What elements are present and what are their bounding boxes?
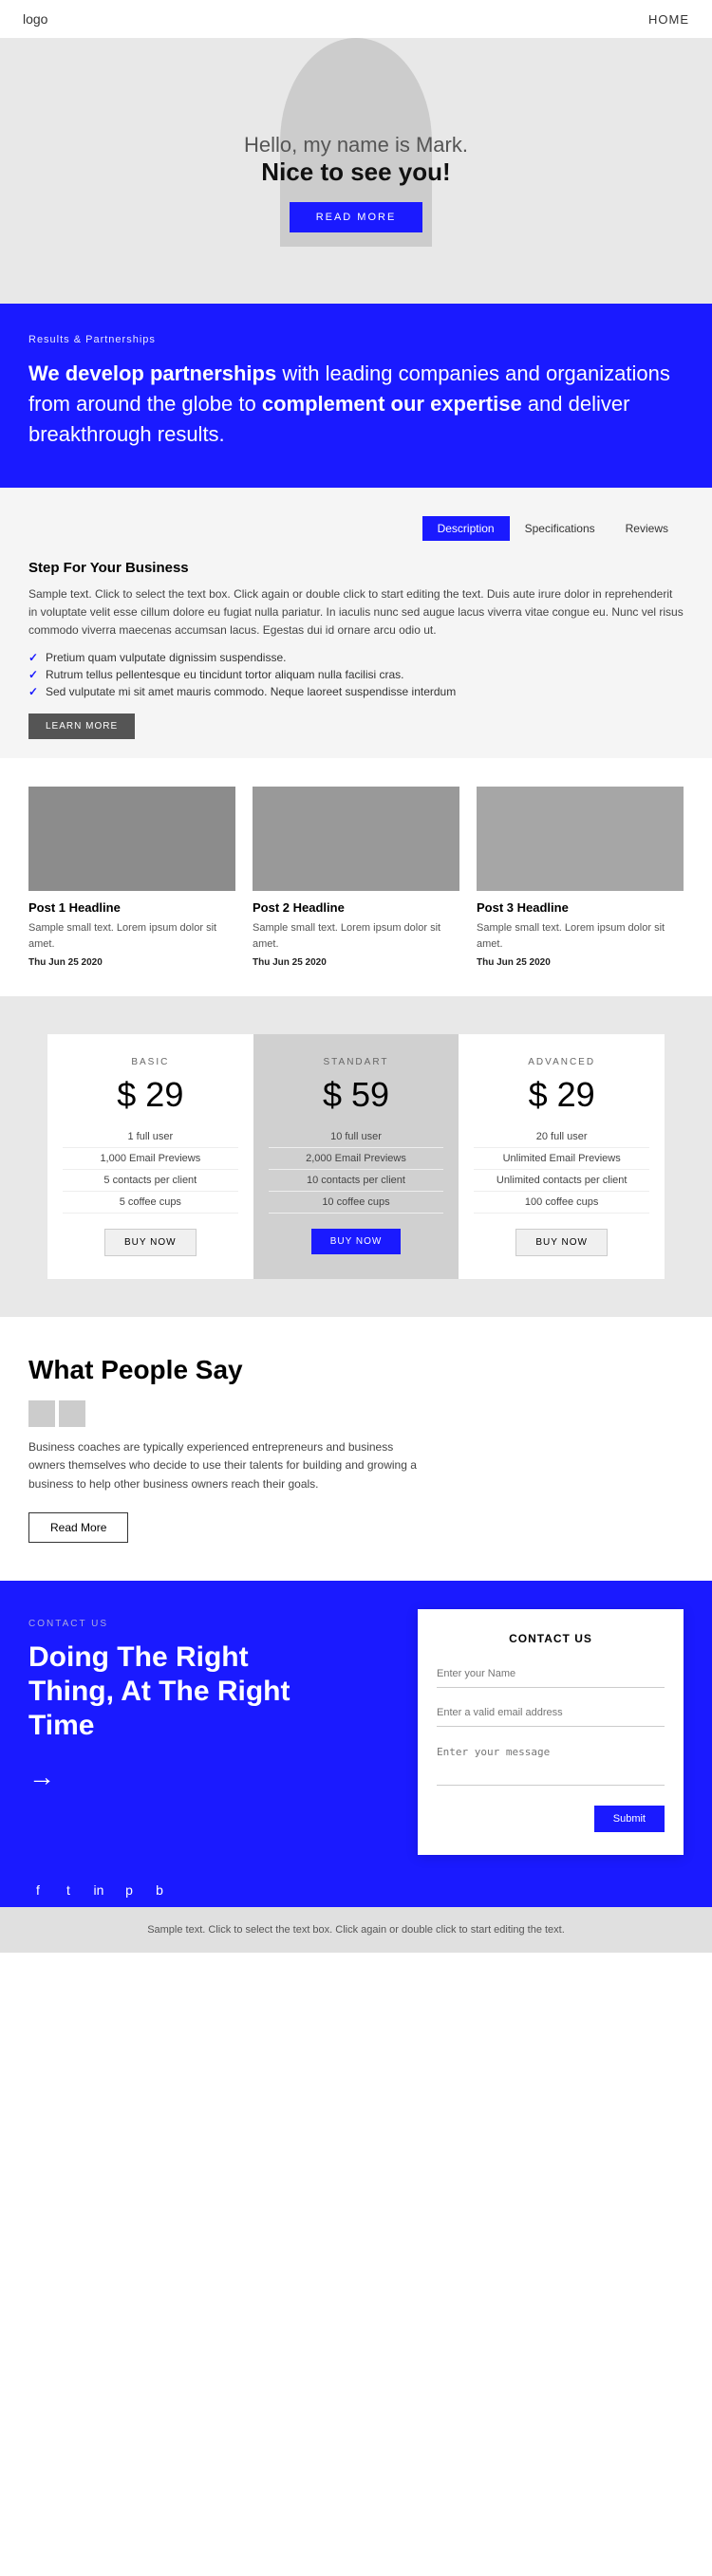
facebook-icon[interactable]: f (28, 1881, 47, 1900)
checklist-item-2: Rutrum tellus pellentesque eu tincidunt … (28, 666, 684, 683)
pricing-tier-1: BASIC (63, 1057, 238, 1067)
checklist-item-3: Sed vulputate mi sit amet mauris commodo… (28, 683, 684, 700)
blog-icon[interactable]: b (150, 1881, 169, 1900)
hero-name: Nice to see you! (19, 158, 693, 187)
pricing-feature: 20 full user (474, 1126, 649, 1148)
post-image-1 (28, 787, 235, 891)
pricing-price-1: $ 29 (63, 1075, 238, 1115)
partnerships-label: Results & Partnerships (28, 334, 684, 345)
twitter-icon[interactable]: t (59, 1881, 78, 1900)
post-excerpt-2: Sample small text. Lorem ipsum dolor sit… (253, 920, 459, 952)
step-title: Step For Your Business (28, 560, 684, 576)
post-title-3: Post 3 Headline (477, 900, 684, 915)
pricing-feature: Unlimited contacts per client (474, 1170, 649, 1192)
post-excerpt-3: Sample small text. Lorem ipsum dolor sit… (477, 920, 684, 952)
pricing-price-2: $ 59 (269, 1075, 444, 1115)
read-more-button[interactable]: Read More (28, 1512, 128, 1543)
pricing-feature: 5 coffee cups (63, 1192, 238, 1214)
pricing-tier-2: STANDART (269, 1057, 444, 1067)
posts-grid: Post 1 Headline Sample small text. Lorem… (28, 787, 684, 968)
social-footer: f t in p b (0, 1865, 712, 1907)
tab-description[interactable]: Description (422, 516, 510, 541)
testimonials-avatars (28, 1400, 684, 1427)
footer-text: Sample text. Click to select the text bo… (28, 1922, 684, 1938)
post-title-1: Post 1 Headline (28, 900, 235, 915)
post-date-1: Thu Jun 25 2020 (28, 957, 235, 968)
post-card-1: Post 1 Headline Sample small text. Lorem… (28, 787, 235, 968)
hero-greeting: Hello, my name is Mark. (19, 133, 693, 158)
form-submit-wrap: Submit (437, 1806, 665, 1832)
email-input[interactable] (437, 1699, 665, 1727)
pricing-feature: 1,000 Email Previews (63, 1148, 238, 1170)
pricing-feature: 10 full user (269, 1126, 444, 1148)
post-excerpt-1: Sample small text. Lorem ipsum dolor sit… (28, 920, 235, 952)
tab-specifications[interactable]: Specifications (510, 516, 610, 541)
pricing-tier-3: ADVANCED (474, 1057, 649, 1067)
post-date-3: Thu Jun 25 2020 (477, 957, 684, 968)
post-card-2: Post 2 Headline Sample small text. Lorem… (253, 787, 459, 968)
contact-title: Doing The Right Thing, At The Right Time (28, 1640, 313, 1743)
testimonials-section: What People Say Business coaches are typ… (0, 1317, 712, 1581)
pricing-feature: 10 coffee cups (269, 1192, 444, 1214)
main-nav[interactable]: HOME (648, 12, 689, 27)
avatar-1 (28, 1400, 55, 1427)
pricing-section: BASIC $ 29 1 full user1,000 Email Previe… (0, 996, 712, 1317)
buy-now-button-1[interactable]: BUY NOW (104, 1229, 197, 1256)
hero-section: Hello, my name is Mark. Nice to see you!… (0, 38, 712, 304)
partnerships-bold-1: We develop partnerships (28, 361, 276, 385)
pricing-feature: 10 contacts per client (269, 1170, 444, 1192)
post-image-3 (477, 787, 684, 891)
post-date-2: Thu Jun 25 2020 (253, 957, 459, 968)
avatar-2 (59, 1400, 85, 1427)
partnerships-bold-2: complement our expertise (262, 392, 522, 416)
post-title-2: Post 2 Headline (253, 900, 459, 915)
post-card-3: Post 3 Headline Sample small text. Lorem… (477, 787, 684, 968)
step-body: Sample text. Click to select the text bo… (28, 585, 684, 640)
bottom-footer: Sample text. Click to select the text bo… (0, 1907, 712, 1954)
hero-content: Hello, my name is Mark. Nice to see you!… (19, 76, 693, 232)
pricing-feature: 2,000 Email Previews (269, 1148, 444, 1170)
posts-section: Post 1 Headline Sample small text. Lorem… (0, 758, 712, 996)
pricing-card-3: ADVANCED $ 29 20 full userUnlimited Emai… (459, 1034, 665, 1279)
buy-now-button-3[interactable]: BUY NOW (515, 1229, 608, 1256)
partnerships-section: Results & Partnerships We develop partne… (0, 304, 712, 488)
name-input[interactable] (437, 1660, 665, 1688)
checklist-item-1: Pretium quam vulputate dignissim suspend… (28, 649, 684, 666)
contact-form-card: CONTACT US Submit (418, 1609, 684, 1855)
pricing-grid: BASIC $ 29 1 full user1,000 Email Previe… (47, 1034, 665, 1279)
submit-button[interactable]: Submit (594, 1806, 665, 1832)
pricing-price-3: $ 29 (474, 1075, 649, 1115)
pricing-feature: 1 full user (63, 1126, 238, 1148)
pricing-card-2: STANDART $ 59 10 full user2,000 Email Pr… (253, 1034, 459, 1279)
tabs-section: Description Specifications Reviews Step … (0, 488, 712, 759)
instagram-icon[interactable]: in (89, 1881, 108, 1900)
checklist: Pretium quam vulputate dignissim suspend… (28, 649, 684, 700)
header: logo HOME (0, 0, 712, 38)
tab-reviews[interactable]: Reviews (610, 516, 684, 541)
logo: logo (23, 11, 47, 27)
learn-more-button[interactable]: LEARN MORE (28, 713, 135, 739)
post-image-2 (253, 787, 459, 891)
nav-home[interactable]: HOME (648, 12, 689, 27)
pricing-feature: 100 coffee cups (474, 1192, 649, 1214)
contact-section: CONTACT US Doing The Right Thing, At The… (0, 1581, 712, 1865)
tabs-bar: Description Specifications Reviews (28, 516, 684, 541)
hero-cta-button[interactable]: READ MORE (290, 202, 423, 232)
buy-now-button-2[interactable]: BUY NOW (311, 1229, 402, 1254)
pricing-feature: Unlimited Email Previews (474, 1148, 649, 1170)
testimonials-title: What People Say (28, 1355, 684, 1385)
partnerships-text: We develop partnerships with leading com… (28, 359, 684, 450)
pricing-card-1: BASIC $ 29 1 full user1,000 Email Previe… (47, 1034, 253, 1279)
testimonials-text: Business coaches are typically experienc… (28, 1438, 427, 1493)
pinterest-icon[interactable]: p (120, 1881, 139, 1900)
message-textarea[interactable] (437, 1738, 665, 1786)
form-card-title: CONTACT US (437, 1632, 665, 1645)
pricing-feature: 5 contacts per client (63, 1170, 238, 1192)
